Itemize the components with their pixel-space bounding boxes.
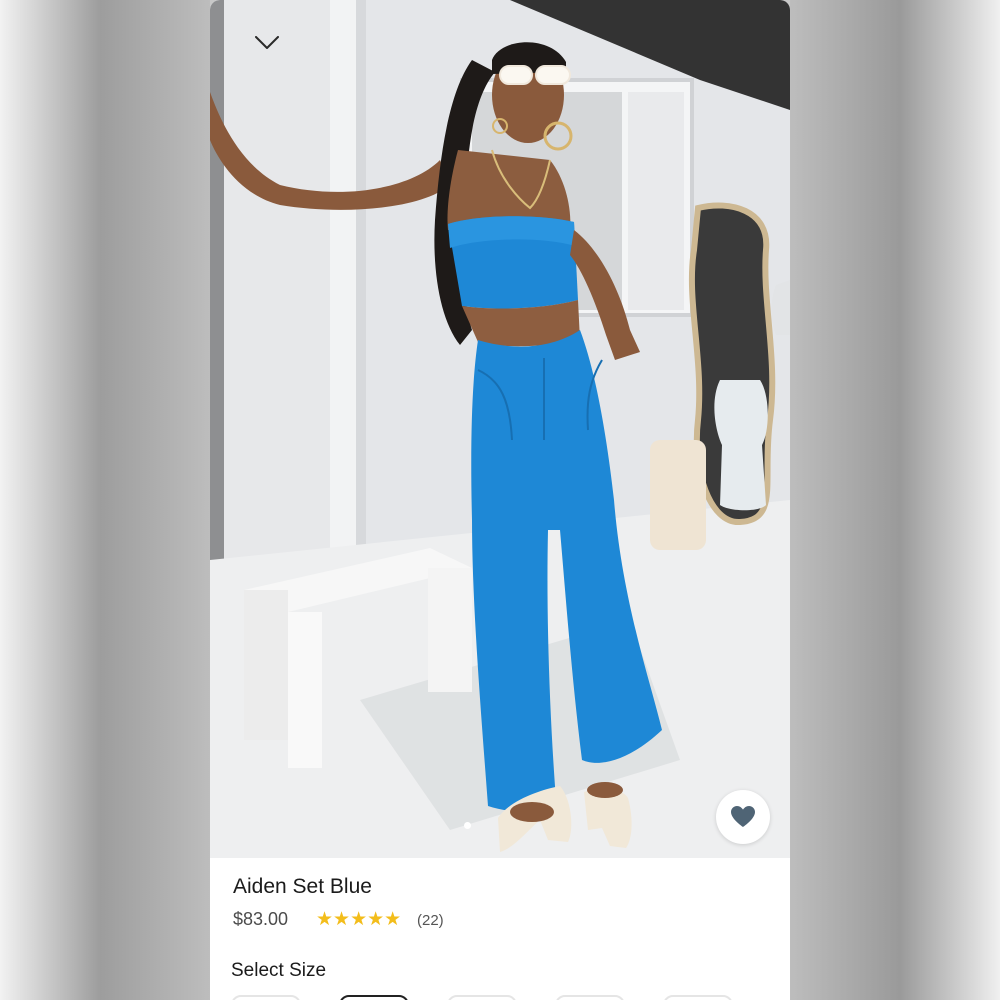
- heart-icon: [731, 806, 755, 827]
- product-image-gallery[interactable]: [210, 0, 790, 858]
- product-price: $83.00: [233, 909, 289, 929]
- product-screen: Aiden Set Blue $83.00 ★★★★★ (22) Select …: [210, 0, 790, 1000]
- size-option[interactable]: [555, 995, 625, 1000]
- chevron-down-icon: [255, 36, 279, 49]
- review-count[interactable]: (22): [417, 912, 444, 929]
- favorite-button[interactable]: [716, 790, 770, 844]
- rating-stars[interactable]: ★★★★★: [316, 908, 401, 931]
- size-option-selected[interactable]: [339, 995, 409, 1000]
- size-option[interactable]: [447, 995, 517, 1000]
- select-size-label: Select Size: [231, 960, 327, 981]
- collapse-button[interactable]: [254, 30, 280, 56]
- product-title: Aiden Set Blue: [233, 875, 372, 898]
- product-photo: [210, 0, 790, 858]
- size-option[interactable]: [231, 995, 301, 1000]
- product-info: Aiden Set Blue $83.00 ★★★★★ (22) Select …: [210, 858, 790, 1000]
- gallery-page-indicator[interactable]: [464, 822, 471, 829]
- size-option[interactable]: [663, 995, 733, 1000]
